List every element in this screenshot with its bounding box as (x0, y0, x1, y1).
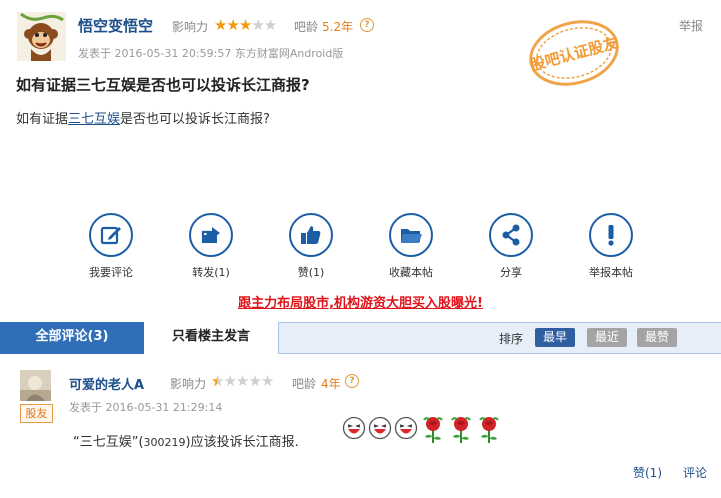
elder-avatar-icon (20, 370, 51, 401)
report-link[interactable]: 举报 (679, 17, 703, 34)
laughing-face-icon (368, 416, 392, 440)
post-body-prefix: 如有证据 (16, 112, 69, 127)
star-empty-icon: ★ (248, 372, 261, 390)
stock-friend-badge: 股友 (20, 404, 53, 423)
star-empty-icon: ★ (260, 372, 274, 390)
report-action-label: 举报本帖 (589, 266, 633, 279)
favorite-action-label: 收藏本帖 (389, 266, 433, 279)
sort-top-button[interactable]: 最赞 (637, 328, 677, 347)
like-action[interactable]: 赞(1) (271, 213, 351, 280)
comment-like-button[interactable]: 赞(1) (633, 464, 662, 481)
commenter-influence-stars: ★★★★★★ (211, 372, 274, 390)
share-action-label: 分享 (500, 266, 522, 279)
commenter-influence-label: 影响力 (170, 377, 207, 391)
verified-stamp: 股吧认证股友 (519, 10, 629, 96)
star-full-icon: ★ (214, 16, 227, 34)
verified-stamp-icon: 股吧认证股友 (528, 20, 620, 86)
stock-link[interactable]: 三七互娱 (68, 112, 120, 127)
laughing-face-icon (394, 416, 418, 440)
star-empty-icon: ★ (223, 372, 236, 390)
emoji-row (342, 416, 502, 446)
author-avatar[interactable] (17, 12, 66, 61)
share-forward-icon (189, 213, 233, 257)
commenter-age-label: 吧龄 (292, 377, 317, 391)
age-label: 吧龄 (294, 20, 319, 34)
star-half-icon: ★★ (211, 372, 224, 390)
comment-reply-button[interactable]: 评论 (683, 464, 707, 481)
forward-action-label: 转发(1) (192, 266, 230, 279)
commenter-help-icon[interactable]: ? (345, 374, 359, 388)
thumbs-up-icon (289, 213, 333, 257)
post-meta: 发表于 2016-05-31 20:59:57 东方财富网Android版 (78, 47, 344, 60)
post-body: 如有证据三七互娱是否也可以投诉长江商报? (16, 108, 270, 127)
sort-latest-button[interactable]: 最近 (587, 328, 627, 347)
star-empty-icon: ★ (235, 372, 249, 390)
rose-icon (451, 417, 471, 443)
influence-label: 影响力 (172, 20, 209, 34)
share-nodes-icon (489, 213, 533, 257)
sort-earliest-button[interactable]: 最早 (535, 328, 575, 347)
star-empty-icon: ★ (251, 16, 264, 34)
laughing-face-icon (342, 416, 366, 440)
like-action-label: 赞(1) (297, 266, 325, 279)
stock-code: 300219 (143, 436, 186, 449)
monkey-avatar-icon (17, 12, 66, 61)
comment-body: “三七互娱”(300219)应该投诉长江商报. (73, 431, 299, 450)
tab-all-comments[interactable]: 全部评论(3) (0, 322, 144, 354)
age-value: 5.2年 (322, 20, 354, 34)
commenter-avatar[interactable] (20, 370, 51, 401)
post-body-suffix: 是否也可以投诉长江商报? (120, 112, 270, 127)
comment-edit-icon (89, 213, 133, 257)
comment-body-prefix: “三七互娱”( (73, 435, 144, 450)
rose-icon (423, 417, 443, 443)
commenter-age-value: 4年 (321, 377, 341, 391)
exclamation-icon (589, 213, 633, 257)
report-action[interactable]: 举报本帖 (571, 213, 651, 280)
comment-action[interactable]: 我要评论 (71, 213, 151, 280)
post-author-name[interactable]: 悟空变悟空 (78, 15, 153, 36)
rose-icon (479, 417, 499, 443)
comment-meta: 发表于 2016-05-31 21:29:14 (69, 401, 223, 414)
star-empty-icon: ★ (263, 16, 277, 34)
sort-label: 排序 (499, 332, 524, 346)
share-action[interactable]: 分享 (471, 213, 551, 280)
star-full-icon: ★ (226, 16, 239, 34)
tab-host-only[interactable]: 只看楼主发言 (144, 322, 279, 354)
star-full-icon: ★ (238, 16, 252, 34)
promo-link[interactable]: 跟主力布局股市,机构游资大胆买入股曝光! (0, 292, 721, 311)
comment-body-suffix: )应该投诉长江商报. (185, 435, 299, 450)
folder-icon (389, 213, 433, 257)
favorite-action[interactable]: 收藏本帖 (371, 213, 451, 280)
commenter-name[interactable]: 可爱的老人A (69, 374, 144, 393)
help-icon[interactable]: ? (360, 18, 374, 32)
comment-action-label: 我要评论 (89, 266, 133, 279)
influence-stars: ★★★★★ (214, 16, 277, 34)
post-title: 如有证据三七互娱是否也可以投诉长江商报? (16, 76, 310, 94)
forward-action[interactable]: 转发(1) (171, 213, 251, 280)
